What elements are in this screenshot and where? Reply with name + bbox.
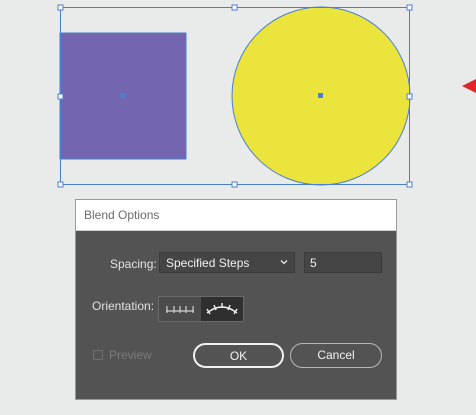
spacing-label: Spacing: bbox=[110, 257, 157, 271]
handle-middle-left[interactable] bbox=[57, 93, 64, 100]
handle-bottom-left[interactable] bbox=[57, 181, 64, 188]
handle-bottom-center[interactable] bbox=[231, 181, 238, 188]
align-to-page-button[interactable] bbox=[159, 297, 201, 321]
handle-middle-right[interactable] bbox=[406, 93, 413, 100]
dialog-title: Blend Options bbox=[84, 208, 160, 222]
spacing-select[interactable]: Specified Steps bbox=[159, 252, 295, 273]
cancel-button[interactable]: Cancel bbox=[290, 343, 382, 368]
preview-checkbox[interactable] bbox=[93, 350, 103, 360]
red-arrow-icon bbox=[462, 79, 476, 93]
preview-label: Preview bbox=[109, 348, 152, 362]
align-to-path-button[interactable] bbox=[201, 297, 243, 321]
orientation-toggle-group bbox=[158, 296, 244, 322]
align-to-path-icon bbox=[206, 303, 238, 315]
specified-steps-input[interactable]: 5 bbox=[304, 252, 382, 273]
blend-options-dialog: Blend Options Spacing: Specified Steps 5… bbox=[75, 199, 397, 400]
circle-center-point bbox=[318, 93, 323, 98]
specified-steps-value: 5 bbox=[310, 256, 317, 270]
align-to-page-icon bbox=[166, 306, 194, 313]
handle-top-left[interactable] bbox=[57, 4, 64, 11]
ok-button[interactable]: OK bbox=[193, 343, 284, 368]
handle-top-right[interactable] bbox=[406, 4, 413, 11]
rectangle-center-point bbox=[120, 93, 125, 98]
handle-bottom-right[interactable] bbox=[406, 181, 413, 188]
chevron-down-icon bbox=[280, 260, 288, 265]
dialog-titlebar[interactable]: Blend Options bbox=[76, 200, 396, 231]
handle-top-center[interactable] bbox=[231, 4, 238, 11]
spacing-select-value: Specified Steps bbox=[166, 256, 250, 270]
orientation-label: Orientation: bbox=[92, 299, 155, 313]
